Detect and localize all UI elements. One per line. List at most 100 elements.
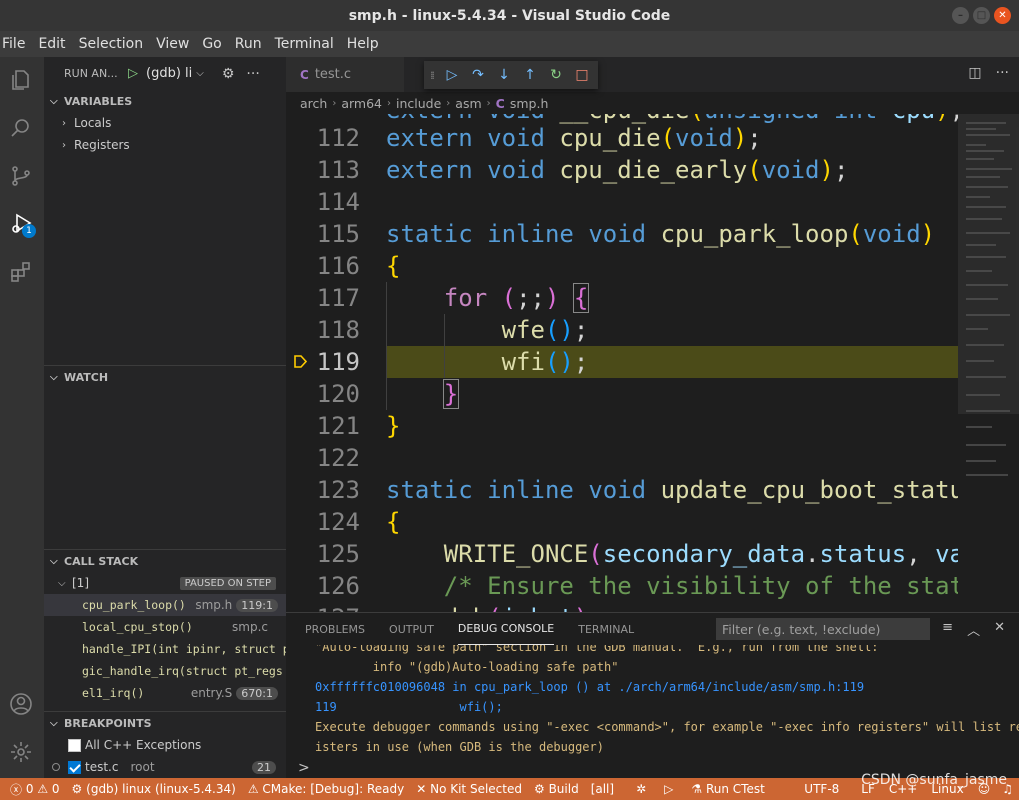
menu-help[interactable]: Help — [347, 36, 379, 52]
code-line: 116 { — [316, 252, 401, 280]
manage-gear-icon[interactable] — [7, 738, 35, 766]
debug-config-select[interactable]: ▷ (gdb) li ⌵ — [124, 63, 208, 85]
restart-icon[interactable]: ↻ — [543, 63, 569, 87]
encoding-status[interactable]: UTF-8 — [804, 782, 839, 796]
breakpoint-checkbox[interactable] — [68, 738, 81, 752]
run-debug-sidebar: RUN AN... ▷ (gdb) li ⌵ ⚙ ··· ⌵ VARIABLES… — [44, 57, 286, 778]
debug-console-output: "Auto-loading safe path" section in the … — [286, 645, 1019, 757]
watermark: CSDN @sunfa_jasme — [861, 772, 1007, 788]
watch-section-header[interactable]: ⌵ WATCH — [44, 366, 286, 388]
tab-problems[interactable]: PROBLEMS — [305, 613, 365, 645]
breadcrumb-item[interactable]: asm — [455, 96, 481, 111]
watch-section: ⌵ WATCH — [44, 365, 286, 388]
code-line: 121 } — [316, 412, 401, 440]
code-editor[interactable]: extern void __cpu_die(unsigned int cpu);… — [286, 114, 958, 612]
close-button[interactable]: ✕ — [994, 7, 1011, 24]
chevron-down-icon: ⌵ — [50, 555, 58, 567]
tab-debug-console[interactable]: DEBUG CONSOLE — [457, 613, 555, 645]
extensions-icon[interactable] — [7, 258, 35, 286]
continue-icon[interactable]: ▷ — [439, 63, 465, 87]
cmake-status[interactable]: ⚠ CMake: [Debug]: Ready — [248, 782, 404, 796]
breakpoints-section: ⌵ BREAKPOINTS All C++ Exceptions test.c … — [44, 711, 286, 778]
more-actions-icon[interactable]: ··· — [246, 66, 259, 82]
stop-icon[interactable]: □ — [569, 63, 595, 87]
call-stack-frame[interactable]: cpu_park_loop() smp.h 119:1 — [44, 594, 286, 616]
run-header: RUN AN... ▷ (gdb) li ⌵ ⚙ ··· — [44, 57, 286, 90]
breakpoint-item[interactable]: test.c root 21 — [44, 756, 286, 778]
menu-file[interactable]: File — [2, 36, 25, 52]
console-line: 0xffffffc010096048 in cpu_park_loop () a… — [315, 680, 865, 694]
menu-terminal[interactable]: Terminal — [275, 36, 334, 52]
tab-output[interactable]: OUTPUT — [389, 613, 434, 645]
minimap[interactable] — [958, 114, 1019, 612]
chevron-down-icon: ⌵ — [50, 371, 58, 383]
chevron-down-icon: ⌵ — [196, 68, 204, 79]
menu-edit[interactable]: Edit — [38, 36, 65, 52]
more-actions-icon[interactable]: ··· — [996, 65, 1009, 81]
variables-section-header[interactable]: ⌵ VARIABLES — [44, 90, 286, 112]
call-stack-thread[interactable]: ⌵ [1] PAUSED ON STEP — [44, 572, 286, 594]
search-icon[interactable] — [7, 114, 35, 142]
code-line: 112 extern void cpu_die(void); — [316, 124, 762, 152]
maximize-button[interactable]: □ — [973, 7, 990, 24]
breadcrumb-item[interactable]: smp.h — [510, 96, 549, 111]
close-panel-icon[interactable]: ✕ — [994, 620, 1005, 639]
maximize-panel-icon[interactable]: ︿ — [967, 620, 980, 639]
account-icon[interactable] — [7, 690, 35, 718]
console-line: 119 wfi(); — [315, 700, 503, 714]
call-stack-section-header[interactable]: ⌵ CALL STACK — [44, 550, 286, 572]
window-title: smp.h - linux-5.4.34 - Visual Studio Cod… — [348, 7, 671, 24]
tab-terminal[interactable]: TERMINAL — [578, 613, 634, 645]
chevron-down-icon: ⌵ — [58, 577, 66, 589]
debug-session-status[interactable]: ⚙ (gdb) linux (linux-5.4.34) — [72, 782, 236, 796]
console-filter-input[interactable]: Filter (e.g. text, !exclude) — [716, 618, 930, 640]
call-stack-frame[interactable]: local_cpu_stop() smp.c — [44, 616, 286, 638]
explorer-icon[interactable] — [7, 66, 35, 94]
prompt-chevron-icon: > — [298, 760, 310, 776]
variables-registers[interactable]: › Registers — [44, 134, 286, 156]
launch-settings-gear-icon[interactable]: ⚙ — [222, 66, 235, 82]
editor-tab-bar: C test.c ⁞⁞ ▷ ↷ ↓ ↑ ↻ □ ◫ ··· — [286, 57, 1019, 92]
breakpoints-section-header[interactable]: ⌵ BREAKPOINTS — [44, 712, 286, 734]
breakpoint-checkbox[interactable] — [68, 760, 81, 774]
step-out-icon[interactable]: ↑ — [517, 63, 543, 87]
breakpoint-dot-icon — [52, 763, 60, 771]
cmake-kit[interactable]: ✕ No Kit Selected — [416, 782, 522, 796]
variables-locals[interactable]: › Locals — [44, 112, 286, 134]
activity-bar: 1 — [0, 57, 44, 778]
run-icon[interactable]: ▷ — [664, 782, 673, 796]
menu-bar: File Edit Selection View Go Run Terminal… — [0, 31, 1019, 57]
breadcrumb-item[interactable]: arm64 — [341, 96, 382, 111]
call-stack-frame[interactable]: el1_irq() entry.S 670:1 — [44, 682, 286, 704]
menu-go[interactable]: Go — [202, 36, 221, 52]
bug-icon[interactable]: ✲ — [636, 782, 646, 796]
code-line: 125 WRITE_ONCE(secondary_data.status, va — [316, 540, 958, 568]
split-editor-icon[interactable]: ◫ — [968, 65, 981, 81]
step-over-icon[interactable]: ↷ — [465, 63, 491, 87]
bottom-panel: PROBLEMS OUTPUT DEBUG CONSOLE TERMINAL F… — [286, 612, 1019, 778]
breadcrumb-item[interactable]: arch — [300, 96, 327, 111]
code-line: 124 { — [316, 508, 401, 536]
call-stack-frame[interactable]: gic_handle_irq(struct pt_regs * — [44, 660, 286, 682]
breakpoint-item[interactable]: All C++ Exceptions — [44, 734, 286, 756]
minimize-button[interactable]: – — [952, 7, 969, 24]
flask-icon: ⚗ — [691, 782, 703, 796]
cmake-target[interactable]: [all] — [591, 782, 614, 796]
call-stack-frame[interactable]: handle_IPI(int ipinr, struct pt_ — [44, 638, 286, 660]
menu-selection[interactable]: Selection — [79, 36, 144, 52]
cmake-build[interactable]: ⚙ Build — [534, 782, 579, 796]
drag-handle-icon[interactable]: ⁞⁞ — [430, 69, 435, 82]
tab-test-c[interactable]: C test.c — [286, 57, 404, 92]
start-debug-icon[interactable]: ▷ — [128, 66, 138, 81]
indent-guide — [386, 282, 387, 410]
breadcrumb-item[interactable]: include — [396, 96, 441, 111]
menu-view[interactable]: View — [156, 36, 189, 52]
menu-run[interactable]: Run — [235, 36, 262, 52]
clear-console-icon[interactable]: ≡ — [942, 620, 953, 639]
title-bar: smp.h - linux-5.4.34 - Visual Studio Cod… — [0, 0, 1019, 31]
problems-status[interactable]: ⓧ 0 ⚠ 0 — [10, 781, 60, 798]
debug-toolbar: ⁞⁞ ▷ ↷ ↓ ↑ ↻ □ — [424, 61, 598, 89]
step-into-icon[interactable]: ↓ — [491, 63, 517, 87]
run-ctest[interactable]: ⚗ Run CTest — [691, 782, 764, 796]
source-control-icon[interactable] — [7, 162, 35, 190]
